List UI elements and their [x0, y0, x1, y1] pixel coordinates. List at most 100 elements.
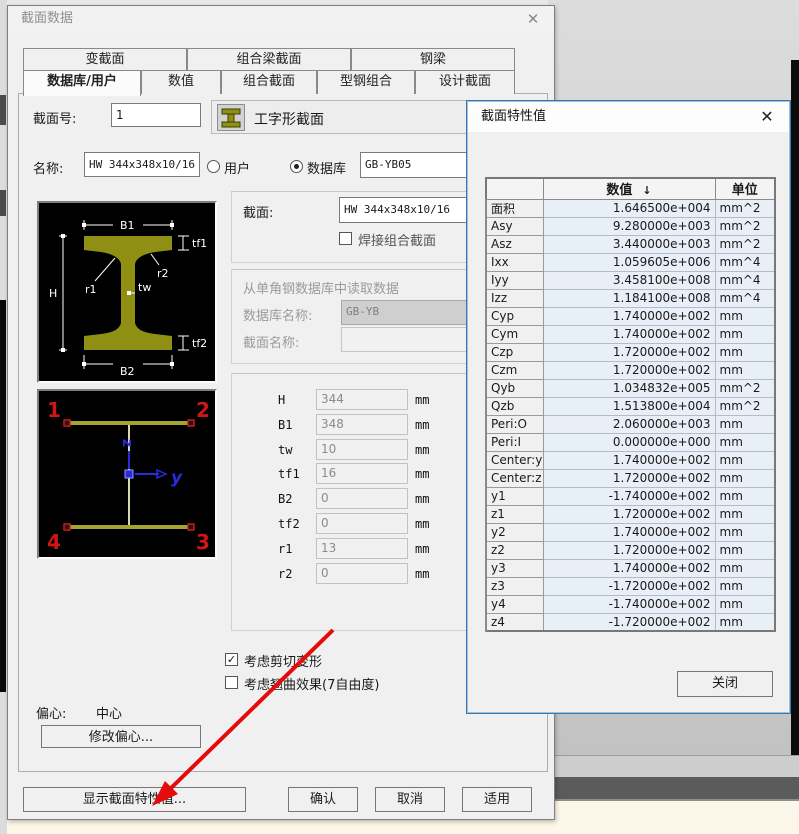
table-row[interactable]: y2 1.740000e+002 mm: [485, 522, 776, 542]
table-row[interactable]: Center:z 1.720000e+002 mm: [485, 468, 776, 488]
section-number-input[interactable]: 1: [111, 103, 201, 127]
property-name-cell: Center:y: [485, 450, 544, 470]
tab-row2-2[interactable]: 组合截面: [221, 70, 317, 94]
property-name-cell: Asz: [485, 234, 544, 254]
apply-button[interactable]: 适用: [462, 787, 532, 812]
table-row[interactable]: Peri:I 0.000000e+000 mm: [485, 432, 776, 452]
props-close-button[interactable]: 关闭: [677, 671, 773, 697]
user-radio[interactable]: [207, 160, 220, 173]
section-dimension-diagram: B1 tf1 r1 r2 H tw tf2 B2: [37, 201, 217, 383]
value-header[interactable]: 数值 ↓: [542, 177, 716, 200]
table-row[interactable]: Qyb 1.034832e+005 mm^2: [485, 378, 776, 398]
property-name-cell: y1: [485, 486, 544, 506]
table-row[interactable]: z4 -1.720000e+002 mm: [485, 612, 776, 632]
param-unit-H: mm: [415, 393, 430, 407]
property-value-cell: -1.740000e+002: [542, 594, 716, 614]
user-radio-label: 用户: [224, 162, 251, 177]
close-icon[interactable]: ✕: [522, 9, 544, 29]
table-row[interactable]: Ixx 1.059605e+006 mm^4: [485, 252, 776, 272]
section-properties-dialog: 截面特性值 ✕ 数值 ↓ 单位 面积 1.646500e+004 mm^2 Asy 9.2…: [466, 100, 791, 714]
table-row[interactable]: z3 -1.720000e+002 mm: [485, 576, 776, 596]
i-section-icon[interactable]: [217, 104, 245, 131]
modify-eccentricity-button[interactable]: 修改偏心...: [41, 725, 201, 748]
weld-checkbox[interactable]: [339, 232, 352, 245]
weld-checkbox-label: 焊接组合截面: [358, 234, 437, 249]
property-value-cell: -1.740000e+002: [542, 486, 716, 506]
param-unit-B1: mm: [415, 417, 430, 432]
param-input-tw: 10: [316, 438, 408, 460]
param-label-H: H: [278, 393, 286, 407]
property-name-cell: z2: [485, 540, 544, 560]
property-unit-cell: mm: [714, 360, 776, 380]
param-unit-r1: mm: [415, 541, 430, 556]
table-row[interactable]: Czp 1.720000e+002 mm: [485, 342, 776, 362]
table-row[interactable]: Center:y 1.740000e+002 mm: [485, 450, 776, 470]
table-row[interactable]: Asz 3.440000e+003 mm^2: [485, 234, 776, 254]
ok-button[interactable]: 确认: [288, 787, 358, 812]
property-value-cell: 3.458100e+008: [542, 270, 716, 290]
database-radio[interactable]: [290, 160, 303, 173]
property-value-cell: 0.000000e+000: [542, 432, 716, 452]
corner-label-1: 1: [47, 398, 61, 422]
param-label-r2: r2: [278, 566, 293, 581]
section-axes-diagram: 1 2 3 4 z y: [37, 389, 217, 559]
property-unit-cell: mm^2: [714, 234, 776, 254]
property-value-cell: 1.720000e+002: [542, 504, 716, 524]
property-name-cell: Cyp: [485, 306, 544, 326]
cancel-button[interactable]: 取消: [375, 787, 445, 812]
corner-label-3: 3: [196, 530, 210, 554]
tab-row2-0[interactable]: 数据库/用户: [23, 70, 141, 96]
tab-row2-4[interactable]: 设计截面: [415, 70, 515, 94]
close-icon[interactable]: ✕: [756, 107, 778, 127]
property-name-cell: z3: [485, 576, 544, 596]
property-name-cell: Ixx: [485, 252, 544, 272]
property-name-cell: Iyy: [485, 270, 544, 290]
tab-row1-2[interactable]: 钢梁: [351, 48, 515, 70]
table-row[interactable]: Peri:O 2.060000e+003 mm: [485, 414, 776, 434]
table-row[interactable]: Iyy 3.458100e+008 mm^4: [485, 270, 776, 290]
property-unit-cell: mm: [714, 558, 776, 578]
tab-row2-1[interactable]: 数值: [141, 70, 221, 94]
database-select-value: GB-YB05: [365, 158, 412, 171]
table-row[interactable]: y3 1.740000e+002 mm: [485, 558, 776, 578]
tab-row1-1[interactable]: 组合梁截面: [187, 48, 351, 70]
property-value-cell: 1.720000e+002: [542, 342, 716, 362]
property-unit-cell: mm^2: [714, 396, 776, 416]
table-row[interactable]: z1 1.720000e+002 mm: [485, 504, 776, 524]
table-row[interactable]: z2 1.720000e+002 mm: [485, 540, 776, 560]
check-icon: ✓: [226, 653, 237, 666]
property-unit-cell: mm: [714, 594, 776, 614]
table-row[interactable]: Izz 1.184100e+008 mm^4: [485, 288, 776, 308]
table-row[interactable]: Qzb 1.513800e+004 mm^2: [485, 396, 776, 416]
table-row[interactable]: Cyp 1.740000e+002 mm: [485, 306, 776, 326]
param-unit-tf2: mm: [415, 517, 430, 531]
param-unit-B2: mm: [415, 492, 430, 507]
param-label-B2: B2: [278, 492, 293, 507]
tab-row2-3[interactable]: 型钢组合: [317, 70, 415, 94]
table-row[interactable]: 面积 1.646500e+004 mm^2: [485, 198, 776, 218]
property-value-cell: 1.646500e+004: [542, 198, 716, 218]
table-row[interactable]: y4 -1.740000e+002 mm: [485, 594, 776, 614]
name-input[interactable]: HW 344x348x10/16: [84, 152, 200, 177]
param-input-tf2: 0: [316, 513, 408, 534]
table-row[interactable]: Cym 1.740000e+002 mm: [485, 324, 776, 344]
property-unit-cell: mm: [714, 468, 776, 488]
shear-checkbox[interactable]: ✓: [225, 653, 238, 666]
tab-row1-0[interactable]: 变截面: [23, 48, 187, 70]
param-input-H: 344: [316, 389, 408, 410]
show-section-properties-button[interactable]: 显示截面特性值...: [23, 787, 246, 812]
property-unit-cell: mm: [714, 612, 776, 632]
property-unit-cell: mm: [714, 306, 776, 326]
axis-label-y: y: [171, 468, 183, 488]
param-input-r2: 0: [316, 562, 408, 584]
property-name-cell: Qzb: [485, 396, 544, 416]
property-value-cell: 1.059605e+006: [542, 252, 716, 272]
eccentricity-label: 偏心:: [36, 707, 67, 722]
table-row[interactable]: y1 -1.740000e+002 mm: [485, 486, 776, 506]
warp-checkbox[interactable]: [225, 676, 238, 689]
table-row[interactable]: Czm 1.720000e+002 mm: [485, 360, 776, 380]
param-label-r1: r1: [278, 541, 293, 556]
table-row[interactable]: Asy 9.280000e+003 mm^2: [485, 216, 776, 236]
property-unit-cell: mm^2: [714, 216, 776, 236]
unit-header[interactable]: 单位: [714, 177, 776, 200]
